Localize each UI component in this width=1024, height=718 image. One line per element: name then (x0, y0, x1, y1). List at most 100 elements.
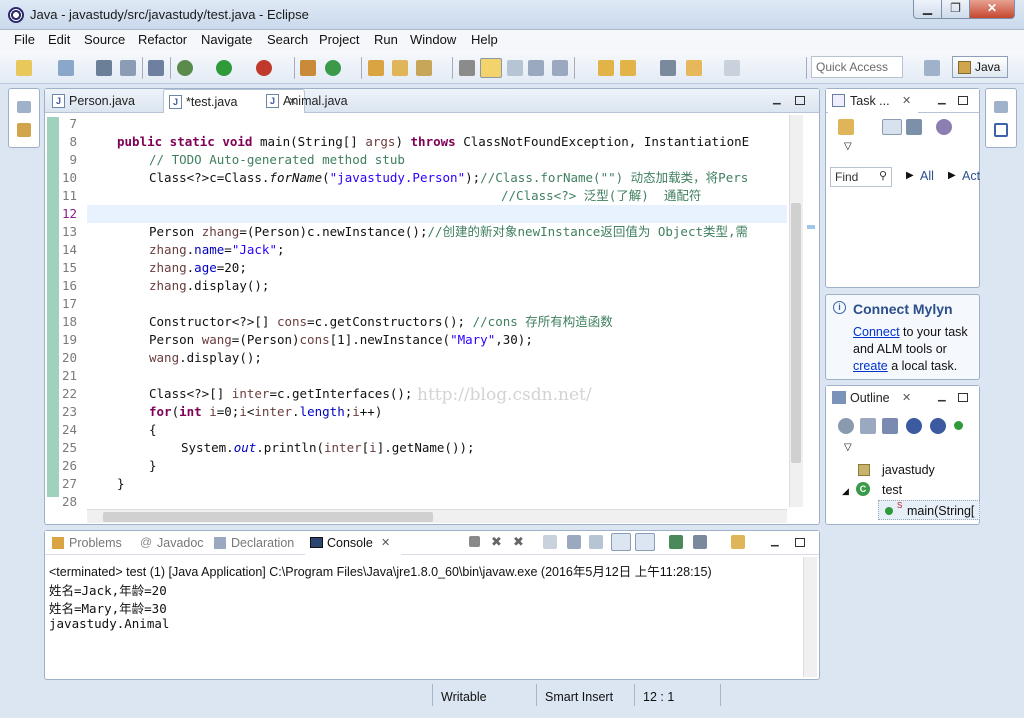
menu-refactor[interactable]: Refactor (138, 32, 187, 47)
maximize-icon[interactable] (795, 96, 805, 105)
connect-link[interactable]: Connect (853, 325, 900, 339)
hide-static-icon[interactable] (906, 418, 922, 434)
hide-fields-icon[interactable] (882, 418, 898, 434)
all-link[interactable]: All (920, 169, 934, 183)
close-button[interactable]: ✕ (969, 0, 1015, 19)
tab-declaration[interactable]: Declaration (209, 531, 305, 555)
menu-help[interactable]: Help (471, 32, 498, 47)
word-wrap-icon[interactable] (589, 535, 603, 549)
restore-icon[interactable] (994, 101, 1008, 113)
open-type-icon[interactable] (368, 60, 384, 76)
menu-edit[interactable]: Edit (48, 32, 70, 47)
search-icon[interactable] (416, 60, 432, 76)
last-edit-icon[interactable] (660, 60, 676, 76)
tab-animal-java[interactable]: J Animal.java (261, 89, 379, 113)
minimize-button[interactable]: ▁ (913, 0, 942, 19)
pin-console-icon[interactable] (669, 535, 683, 549)
outline-method-row[interactable]: S main(String[ (878, 500, 980, 520)
save-all-icon[interactable] (120, 60, 136, 76)
save-icon[interactable] (96, 60, 112, 76)
hscroll-thumb[interactable] (103, 512, 433, 522)
chevron-down-icon[interactable]: ▽ (844, 141, 852, 152)
package-explorer-icon[interactable] (17, 123, 31, 137)
close-tab-icon[interactable]: ✕ (902, 94, 911, 107)
collapse-all-icon[interactable] (838, 418, 854, 434)
menu-file[interactable]: File (14, 32, 35, 47)
console-vertical-scrollbar[interactable] (803, 557, 817, 677)
menu-source[interactable]: Source (84, 32, 125, 47)
menu-project[interactable]: Project (319, 32, 359, 47)
restore-icon[interactable] (17, 101, 31, 113)
minimize-icon[interactable]: ▁ (938, 392, 948, 403)
display-console-icon[interactable] (693, 535, 707, 549)
close-tab-icon[interactable]: ✕ (381, 536, 390, 549)
activate-link[interactable]: Act (962, 169, 980, 183)
chevron-down-icon[interactable]: ▽ (844, 442, 852, 453)
minimize-icon[interactable]: ▁ (938, 95, 948, 106)
menu-search[interactable]: Search (267, 32, 308, 47)
new-icon[interactable] (16, 60, 32, 76)
quick-access-input[interactable]: Quick Access (811, 56, 903, 78)
menu-navigate[interactable]: Navigate (201, 32, 252, 47)
terminate-icon[interactable] (469, 536, 480, 547)
new-class-icon[interactable] (325, 60, 341, 76)
remove-all-icon[interactable]: ✖ (513, 534, 524, 550)
view-icon[interactable] (994, 123, 1008, 137)
maximize-icon[interactable] (958, 393, 968, 402)
external-tools-icon[interactable] (256, 60, 272, 76)
minimize-icon[interactable]: ▁ (773, 95, 783, 106)
open-console-icon[interactable] (731, 535, 745, 549)
skip-breakpoints-icon[interactable] (148, 60, 164, 76)
task-find-input[interactable]: Find ⚲ (830, 167, 892, 187)
tab-outline[interactable]: Outline ✕ (828, 386, 918, 410)
editor-horizontal-scrollbar[interactable] (87, 509, 787, 523)
sort-icon[interactable] (860, 418, 876, 434)
categorized-icon[interactable] (882, 119, 902, 135)
remove-launch-icon[interactable]: ✖ (491, 534, 502, 550)
run-icon[interactable] (216, 60, 232, 76)
scroll-thumb[interactable] (791, 203, 801, 463)
tab-problems[interactable]: Problems (47, 531, 133, 555)
show-stderr-icon[interactable] (635, 533, 655, 551)
focus-icon[interactable] (936, 119, 952, 135)
scheduled-icon[interactable] (906, 119, 922, 135)
minimize-icon[interactable]: ▁ (771, 537, 781, 548)
previous-annotation-icon[interactable] (620, 60, 636, 76)
scroll-lock-icon[interactable] (567, 535, 581, 549)
maximize-icon[interactable] (795, 538, 805, 547)
clear-console-icon[interactable] (543, 535, 557, 549)
maximize-icon[interactable] (958, 96, 968, 105)
new-task-icon[interactable] (838, 119, 854, 135)
close-tab-icon[interactable]: ✕ (902, 391, 911, 404)
tab-person-java[interactable]: J Person.java (47, 89, 165, 113)
open-task-icon[interactable] (392, 60, 408, 76)
editor-vertical-scrollbar[interactable] (789, 115, 803, 507)
mark-occurrences-icon[interactable] (480, 58, 502, 78)
hide-nonpublic-icon[interactable] (930, 418, 946, 434)
block-selection-icon[interactable] (507, 60, 523, 76)
menu-window[interactable]: Window (410, 32, 456, 47)
next-annotation-icon[interactable] (459, 60, 475, 76)
hide-local-types-icon[interactable] (954, 421, 963, 430)
show-whitespace-icon[interactable] (552, 60, 568, 76)
outline-class[interactable]: test (882, 483, 902, 497)
menu-run[interactable]: Run (374, 32, 398, 47)
tab-task-list[interactable]: Task ... ✕ (828, 89, 918, 113)
open-perspective-icon[interactable] (924, 60, 940, 76)
create-link[interactable]: create (853, 359, 888, 373)
debug-icon[interactable] (177, 60, 193, 76)
expand-icon[interactable]: ◢ (842, 486, 849, 497)
word-wrap-icon[interactable] (528, 60, 544, 76)
forward-icon[interactable] (724, 60, 740, 76)
tab-console[interactable]: Console ✕ (305, 531, 401, 555)
maximize-button[interactable]: ❐ (941, 0, 970, 19)
tab-javadoc[interactable]: @ Javadoc (135, 531, 209, 555)
code-area[interactable]: public static void main(String[] args) t… (87, 117, 787, 507)
outline-package[interactable]: javastudy (882, 463, 935, 477)
new-java-project-icon[interactable] (300, 60, 316, 76)
new-package-icon[interactable] (58, 60, 74, 76)
show-stdout-icon[interactable] (611, 533, 631, 551)
next-annotation-down-icon[interactable] (598, 60, 614, 76)
java-perspective-button[interactable]: Java (952, 56, 1008, 78)
back-icon[interactable] (686, 60, 702, 76)
